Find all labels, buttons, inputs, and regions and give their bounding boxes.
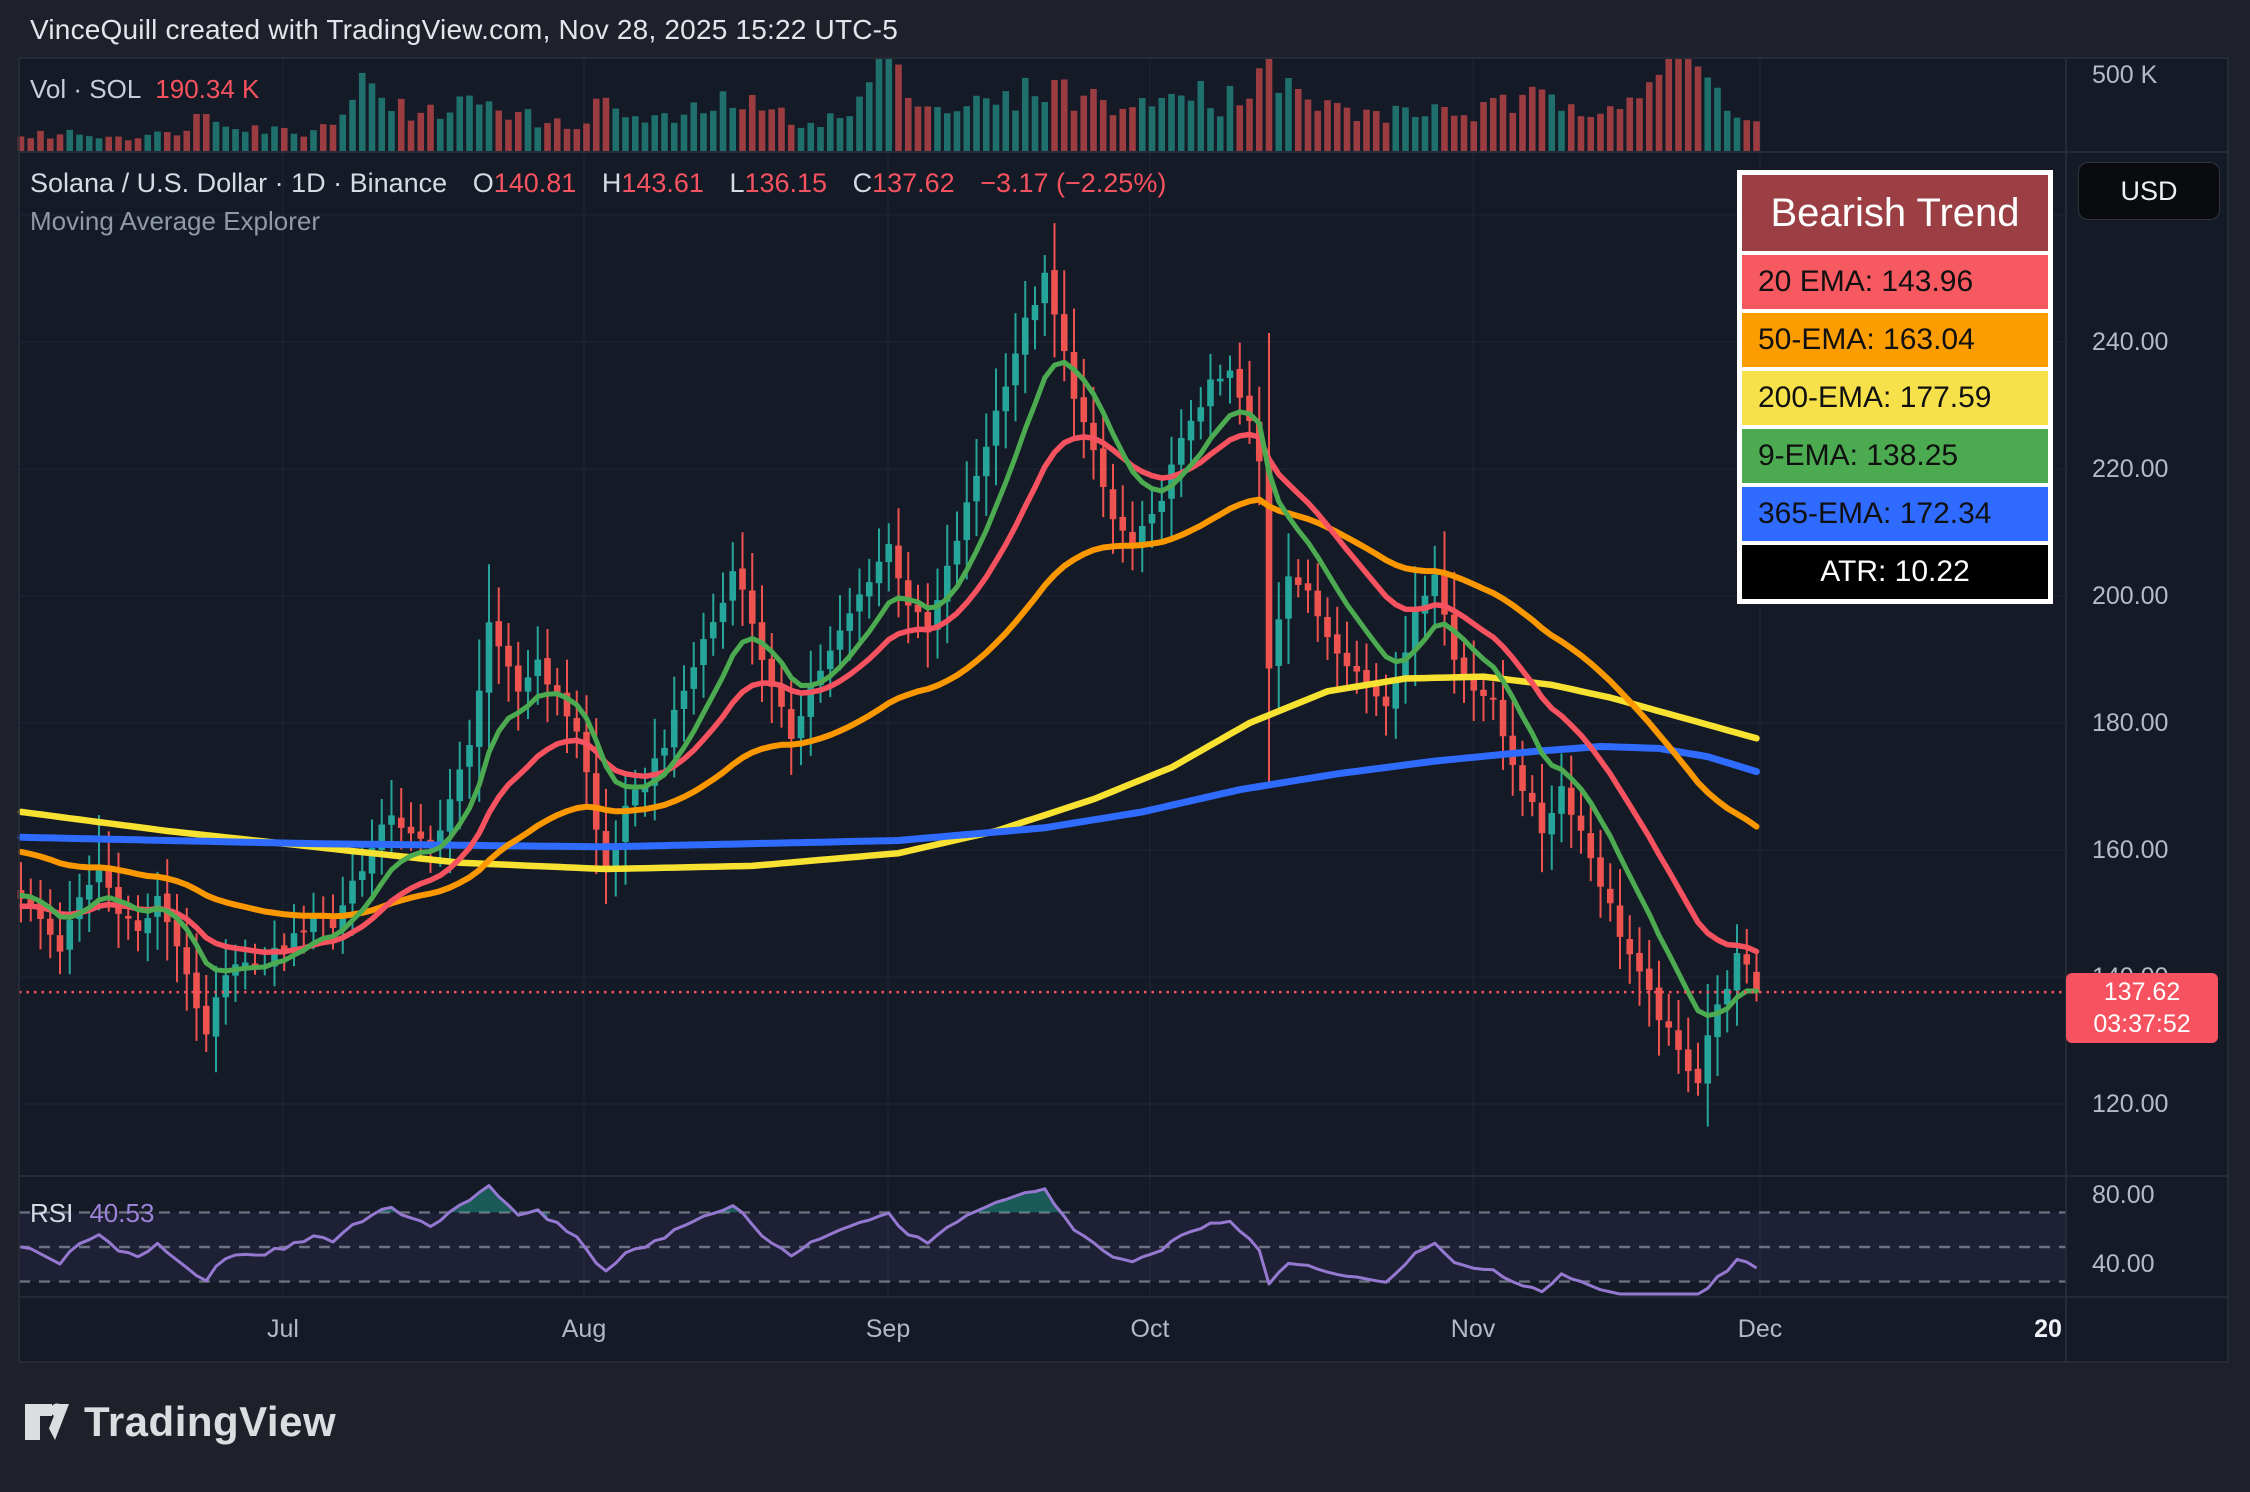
trend-panel-row: 9-EMA: 138.25 [1742, 429, 2048, 483]
time-axis-tick: Oct [1102, 1314, 1198, 1344]
high-label: H [602, 168, 622, 198]
rsi-legend: RSI 40.53 [30, 1198, 154, 1229]
volume-legend: Vol · SOL 190.34 K [30, 74, 259, 105]
open-value: 140.81 [494, 168, 577, 198]
bar-countdown: 03:37:52 [2093, 1008, 2190, 1041]
close-label: C [853, 168, 873, 198]
symbol-title: Solana / U.S. Dollar · 1D · Binance [30, 168, 447, 198]
price-axis-tick: 200.00 [2092, 582, 2168, 610]
last-price-value: 137.62 [2104, 976, 2180, 1009]
last-price-badge: 137.62 03:37:52 [2066, 973, 2218, 1043]
price-axis-tick: 80.00 [2092, 1181, 2155, 1209]
symbol-info-line: Solana / U.S. Dollar · 1D · Binance O140… [30, 168, 1166, 199]
price-axis-tick: 500 K [2092, 61, 2157, 89]
change-value: −3.17 (−2.25%) [980, 168, 1166, 198]
volume-legend-value: 190.34 K [155, 74, 259, 104]
trend-panel-row: 365-EMA: 172.34 [1742, 487, 2048, 541]
price-axis-tick: 120.00 [2092, 1090, 2168, 1118]
price-axis-tick: 220.00 [2092, 455, 2168, 483]
tradingview-brand: TradingView [24, 1398, 336, 1446]
time-axis-tick: Nov [1425, 1314, 1521, 1344]
time-axis-tick: Aug [536, 1314, 632, 1344]
tradingview-snapshot: VinceQuill created with TradingView.com,… [0, 0, 2250, 1492]
low-label: L [729, 168, 744, 198]
trend-panel-row: 50-EMA: 163.04 [1742, 313, 2048, 367]
price-axis-tick: 180.00 [2092, 709, 2168, 737]
tradingview-logo-icon [24, 1400, 70, 1444]
rsi-label: RSI [30, 1198, 73, 1228]
indicator-name-label: Moving Average Explorer [30, 206, 320, 237]
trend-status-header: Bearish Trend [1742, 175, 2048, 251]
trend-status-panel: Bearish Trend 20 EMA: 143.9650-EMA: 163.… [1737, 170, 2053, 604]
trend-panel-row: ATR: 10.22 [1742, 545, 2048, 599]
trend-panel-row: 200-EMA: 177.59 [1742, 371, 2048, 425]
time-axis-tick: Dec [1712, 1314, 1808, 1344]
currency-toggle-button[interactable]: USD [2078, 162, 2220, 220]
low-value: 136.15 [744, 168, 827, 198]
rsi-value: 40.53 [89, 1198, 154, 1228]
snapshot-title: VinceQuill created with TradingView.com,… [30, 14, 898, 46]
trend-panel-row: 20 EMA: 143.96 [1742, 255, 2048, 309]
close-value: 137.62 [872, 168, 955, 198]
volume-legend-label: Vol · SOL [30, 74, 141, 104]
price-axis-tick: 40.00 [2092, 1250, 2155, 1278]
open-label: O [473, 168, 494, 198]
time-axis-tick: Jul [235, 1314, 331, 1344]
time-axis-tick: Sep [840, 1314, 936, 1344]
price-axis-tick: 240.00 [2092, 328, 2168, 356]
time-axis-tick: 20 [2000, 1314, 2096, 1344]
brand-name: TradingView [84, 1398, 336, 1446]
high-value: 143.61 [621, 168, 704, 198]
price-axis-tick: 160.00 [2092, 836, 2168, 864]
